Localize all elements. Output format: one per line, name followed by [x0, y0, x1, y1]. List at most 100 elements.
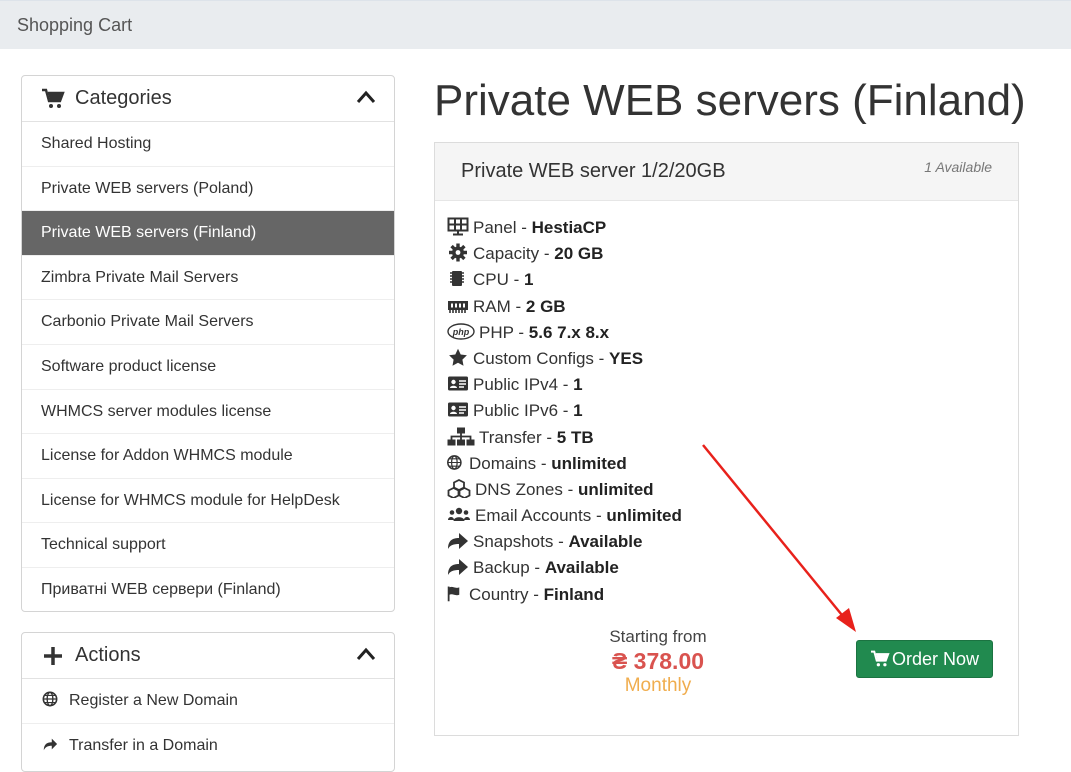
product-header: Private WEB server 1/2/20GB 1 Available: [435, 143, 1018, 201]
category-addon-whmcs[interactable]: License for Addon WHMCS module: [22, 434, 394, 479]
share-arrow-icon: [448, 533, 468, 550]
ram-icon: [448, 300, 468, 313]
feature-value: unlimited: [551, 453, 627, 473]
feature-item: Public IPv6 - 1: [447, 398, 682, 424]
category-zimbra-mail[interactable]: Zimbra Private Mail Servers: [22, 256, 394, 301]
actions-header[interactable]: Actions: [22, 633, 394, 679]
feature-value: YES: [609, 348, 644, 368]
globe-icon: [447, 454, 462, 470]
page-title: Private WEB servers (Finland): [434, 76, 1026, 125]
categories-header[interactable]: Categories: [22, 76, 394, 122]
category-private-web-poland[interactable]: Private WEB servers (Poland): [22, 167, 394, 212]
categories-panel: Categories Shared Hosting Private WEB se…: [21, 75, 395, 612]
feature-value: unlimited: [606, 506, 682, 526]
category-carbonio-mail[interactable]: Carbonio Private Mail Servers: [22, 300, 394, 345]
star-icon: [449, 348, 467, 366]
top-bar: Shopping Cart: [0, 0, 1071, 49]
feature-label: Country: [469, 584, 529, 604]
category-private-web-finland-ua[interactable]: Приватні WEB сервери (Finland): [22, 568, 394, 611]
feature-list: Panel - HestiaCP Capacity - 20 GB CPU - …: [447, 215, 682, 608]
feature-label: Transfer: [479, 427, 542, 447]
category-software-license[interactable]: Software product license: [22, 345, 394, 390]
share-arrow-icon: [43, 738, 58, 750]
feature-item: Public IPv4 - 1: [447, 372, 682, 398]
sitemap-icon: [447, 427, 475, 445]
feature-label: Snapshots: [473, 532, 554, 552]
category-private-web-finland[interactable]: Private WEB servers (Finland): [22, 211, 394, 256]
gear-icon: [449, 243, 467, 262]
feature-label: RAM: [473, 296, 511, 316]
feature-item: Domains - unlimited: [447, 451, 682, 477]
feature-value: 2 GB: [525, 296, 566, 316]
feature-label: PHP: [479, 322, 514, 342]
shopping-cart-icon: [870, 650, 890, 667]
price-block: Starting from ₴ 378.00 Monthly: [590, 627, 726, 697]
billing-cycle: Monthly: [624, 675, 692, 696]
feature-value: Available: [568, 532, 643, 552]
category-whmcs-modules[interactable]: WHMCS server modules license: [22, 390, 394, 435]
feature-value: HestiaCP: [531, 218, 607, 237]
order-now-button[interactable]: Order Now: [856, 640, 993, 678]
feature-item: Custom Configs - YES: [447, 346, 682, 372]
feature-value: 1: [573, 401, 583, 421]
feature-item: Panel - HestiaCP: [447, 215, 682, 241]
feature-item: DNS Zones - unlimited: [447, 477, 682, 503]
plus-icon: [44, 647, 62, 665]
svg-text:php: php: [452, 327, 470, 337]
id-card-icon: [448, 376, 468, 391]
product-name: Private WEB server 1/2/20GB: [461, 160, 726, 182]
id-card-icon: [448, 402, 468, 417]
share-arrow-icon: [448, 559, 468, 576]
feature-item: CPU - 1: [447, 267, 682, 293]
cpu-icon: [450, 271, 464, 287]
order-now-label: Order Now: [891, 649, 980, 669]
starting-from-label: Starting from: [609, 627, 707, 646]
feature-label: Public IPv6: [473, 401, 559, 421]
transfer-domain-link[interactable]: Transfer in a Domain: [22, 724, 394, 769]
feature-label: Domains: [469, 453, 537, 473]
feature-item: Capacity - 20 GB: [447, 241, 682, 267]
feature-value: unlimited: [577, 479, 654, 499]
cubes-icon: [447, 478, 471, 498]
categories-list: Shared Hosting Private WEB servers (Pola…: [22, 122, 394, 611]
feature-item: RAM - 2 GB: [447, 294, 682, 320]
feature-label: Backup: [473, 558, 530, 578]
feature-label: CPU: [473, 270, 509, 290]
shopping-cart-icon: [42, 88, 65, 108]
chevron-up-icon[interactable]: [356, 647, 376, 661]
product-card: Private WEB server 1/2/20GB 1 Available …: [434, 142, 1019, 736]
panel-icon: [447, 217, 469, 236]
flag-icon: [447, 586, 460, 601]
feature-label: Email Accounts: [475, 506, 592, 526]
feature-label: Panel: [473, 218, 517, 237]
transfer-domain-label: Transfer in a Domain: [69, 736, 218, 754]
register-domain-label: Register a New Domain: [69, 692, 238, 709]
category-shared-hosting[interactable]: Shared Hosting: [22, 122, 394, 167]
breadcrumb: Shopping Cart: [17, 15, 133, 35]
globe-icon: [42, 691, 58, 707]
feature-label: DNS Zones: [475, 479, 563, 499]
feature-value: 1: [524, 270, 534, 290]
feature-item: php PHP - 5.6 7.x 8.x: [447, 320, 682, 346]
actions-title: Actions: [75, 644, 141, 666]
category-whmcs-helpdesk[interactable]: License for WHMCS module for HelpDesk: [22, 479, 394, 524]
availability-badge: 1 Available: [924, 159, 992, 175]
price-amount: ₴ 378.00: [611, 648, 705, 674]
register-domain-link[interactable]: Register a New Domain: [22, 679, 394, 724]
feature-value: 1: [573, 375, 583, 395]
chevron-up-icon[interactable]: [356, 90, 376, 104]
feature-item: Email Accounts - unlimited: [447, 503, 682, 529]
php-icon: php: [447, 323, 475, 340]
categories-title: Categories: [75, 87, 172, 109]
feature-label: Capacity: [473, 244, 540, 264]
category-technical-support[interactable]: Technical support: [22, 523, 394, 568]
feature-item: Snapshots - Available: [447, 529, 682, 555]
feature-label: Custom Configs: [473, 348, 594, 368]
feature-value: 5.6 7.x 8.x: [528, 322, 610, 342]
actions-panel: Actions Register a New Domain Transfer i…: [21, 632, 395, 772]
feature-value: 20 GB: [554, 244, 604, 264]
users-icon: [448, 507, 470, 522]
feature-label: Public IPv4: [473, 375, 559, 395]
feature-item: Country - Finland: [447, 582, 682, 608]
feature-value: 5 TB: [556, 427, 594, 447]
